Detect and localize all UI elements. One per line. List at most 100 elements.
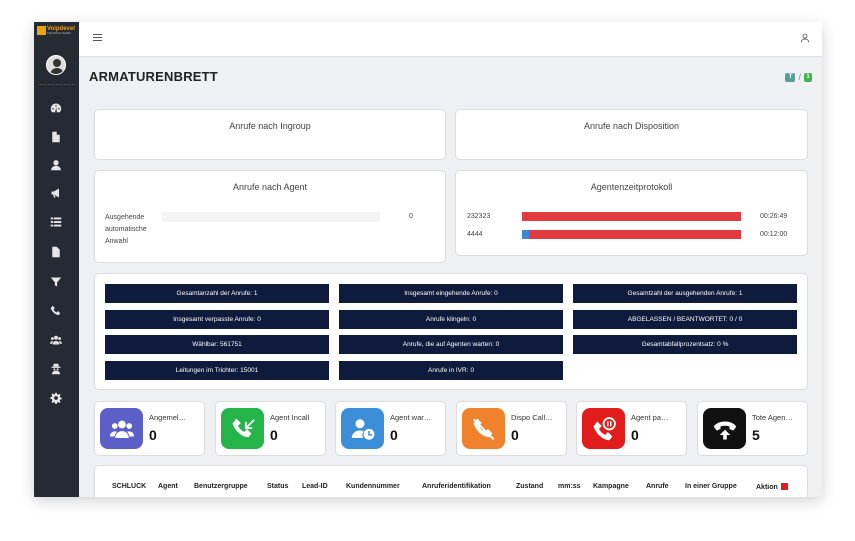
column-header-agent[interactable]: Agent	[158, 483, 178, 490]
user-secret-icon	[51, 363, 61, 375]
tile-dispo-call[interactable]: Dispo Call… 0	[456, 401, 567, 456]
user-icon	[51, 160, 61, 171]
tile-value: 0	[511, 427, 519, 443]
sidebar-item-dashboard[interactable]	[47, 101, 65, 115]
tile-logged-in[interactable]: Angemel… 0	[94, 401, 205, 456]
tile-value: 0	[631, 427, 639, 443]
tile-label: Tote Agen…	[752, 413, 793, 422]
stat-outbound-calls: Gesamtzahl der ausgehenden Anrufe: 1	[573, 284, 797, 303]
avatar-head	[53, 59, 61, 67]
phone-incall-icon	[232, 418, 255, 437]
column-header-campaign[interactable]: Kampagne	[593, 483, 629, 490]
column-header-schluck[interactable]: SCHLUCK	[112, 483, 146, 490]
stat-dialable: Wählbar: 561751	[105, 335, 329, 354]
sidebar-item-settings[interactable]	[47, 391, 65, 405]
column-header-state[interactable]: Zustand	[516, 483, 543, 490]
column-header-action-label: Aktion	[756, 484, 778, 491]
filter-icon	[50, 277, 62, 287]
timelog-agent: 4444	[467, 231, 483, 238]
tile-value: 0	[390, 427, 398, 443]
card-calls-by-agent: Anrufe nach Agent Ausgehende automatisch…	[94, 170, 446, 263]
phone-slash-icon	[472, 418, 494, 440]
column-header-status[interactable]: Status	[267, 483, 288, 490]
column-header-calls[interactable]: Anrufe	[646, 483, 669, 490]
card-title: Anrufe nach Agent	[232, 182, 308, 192]
tile-label: Angemel…	[149, 413, 187, 422]
stat-calls-in-ivr: Anrufe in IVR: 0	[339, 361, 563, 380]
sidebar-item-document[interactable]	[47, 245, 65, 259]
tile-icon-bg	[703, 408, 746, 449]
tile-agent-incall[interactable]: Agent Incall 0	[215, 401, 326, 456]
tile-dead-agents[interactable]: Tote Agen… 5	[697, 401, 808, 456]
breadcrumb-item-t[interactable]: T	[785, 72, 796, 82]
timelog-bar	[522, 230, 741, 239]
tile-agent-waiting[interactable]: Agent war… 0	[335, 401, 446, 456]
sidebar-item-admin[interactable]	[47, 362, 65, 376]
stats-panel: Gesamtanzahl der Anrufe: 1 Insgesamt ein…	[94, 273, 808, 390]
column-header-duration[interactable]: mm:ss	[558, 483, 581, 490]
breadcrumb-separator: /	[798, 72, 801, 82]
phone-pause-icon	[593, 416, 616, 440]
menu-toggle-icon[interactable]	[93, 34, 102, 42]
agent-table: SCHLUCK Agent Benutzergruppe Status Lead…	[94, 465, 808, 497]
tile-label: Agent Incall	[270, 413, 310, 422]
topbar	[79, 22, 822, 57]
timelog-bar-red	[529, 230, 741, 239]
stat-calls-waiting: Anrufe, die auf Agenten warten: 0	[339, 335, 563, 354]
card-calls-by-ingroup: Anrufe nach Ingroup	[94, 109, 446, 160]
users-icon	[50, 335, 62, 345]
sidebar-item-filter[interactable]	[47, 275, 65, 289]
user-clock-icon	[351, 418, 374, 440]
tile-label: Agent war…	[390, 413, 432, 422]
breadcrumb: T / 1	[785, 72, 812, 82]
sidebar-item-phone[interactable]	[47, 304, 65, 318]
app-window: Voipdevel TECHNOLOGIES ARMATURENBRETT T …	[34, 22, 822, 497]
logo-subtext: TECHNOLOGIES	[47, 31, 71, 35]
agent-row-bar	[162, 212, 380, 222]
tile-icon-bg	[221, 408, 264, 449]
sidebar-item-users[interactable]	[47, 333, 65, 347]
avatar[interactable]	[46, 55, 66, 75]
column-header-customer-number[interactable]: Kundennummer	[346, 483, 400, 490]
agent-row-value: 0	[409, 213, 413, 220]
column-header-action[interactable]: Aktion	[756, 483, 788, 491]
tile-label: Dispo Call…	[511, 413, 553, 422]
sidebar-item-file[interactable]	[47, 130, 65, 144]
page-title: ARMATURENBRETT	[89, 69, 218, 84]
card-title: Agentenzeitprotokoll	[590, 182, 673, 192]
timelog-bar	[522, 212, 741, 221]
phone-icon	[50, 305, 61, 316]
column-header-lead-id[interactable]: Lead-ID	[302, 483, 328, 490]
breadcrumb-item-1[interactable]: 1	[804, 72, 812, 82]
timelog-time: 00:12:00	[760, 231, 788, 238]
tile-icon-bg	[462, 408, 505, 449]
profile-icon[interactable]	[800, 33, 810, 43]
agent-row-label: Ausgehende automatische Anwahl	[105, 214, 147, 245]
logo-mark	[37, 26, 46, 35]
sidebar-item-list[interactable]	[47, 215, 65, 229]
card-calls-by-disposition: Anrufe nach Disposition	[455, 109, 808, 160]
column-header-in-group[interactable]: In einer Gruppe	[685, 483, 737, 490]
stat-missed-calls: Insgesamt verpasste Anrufe: 0	[105, 310, 329, 329]
tile-value: 0	[270, 427, 278, 443]
sidebar: Voipdevel TECHNOLOGIES	[34, 22, 79, 497]
action-red-square-icon	[780, 483, 788, 490]
timelog-bar-red	[522, 212, 741, 221]
tile-value: 5	[752, 427, 760, 443]
sidebar-item-user[interactable]	[47, 158, 65, 172]
stat-inbound-calls: Insgesamt eingehende Anrufe: 0	[339, 284, 563, 303]
file-icon	[52, 131, 60, 143]
users-icon	[109, 420, 134, 438]
phone-hangup-icon	[713, 421, 736, 439]
timelog-bar-blue	[522, 230, 529, 239]
stat-total-calls: Gesamtanzahl der Anrufe: 1	[105, 284, 329, 303]
megaphone-icon	[51, 188, 59, 198]
column-header-user-group[interactable]: Benutzergruppe	[194, 483, 248, 490]
sidebar-item-campaign[interactable]	[47, 186, 65, 200]
card-agent-time-log: Agentenzeitprotokoll 232323 00:26:49 444…	[455, 170, 808, 256]
gear-icon	[50, 392, 62, 404]
column-header-caller-id[interactable]: Anruferidentifikation	[422, 483, 491, 490]
tile-value: 0	[149, 427, 157, 443]
tile-agent-paused[interactable]: Agent pa… 0	[576, 401, 687, 456]
brand-logo[interactable]: Voipdevel TECHNOLOGIES	[37, 26, 77, 36]
